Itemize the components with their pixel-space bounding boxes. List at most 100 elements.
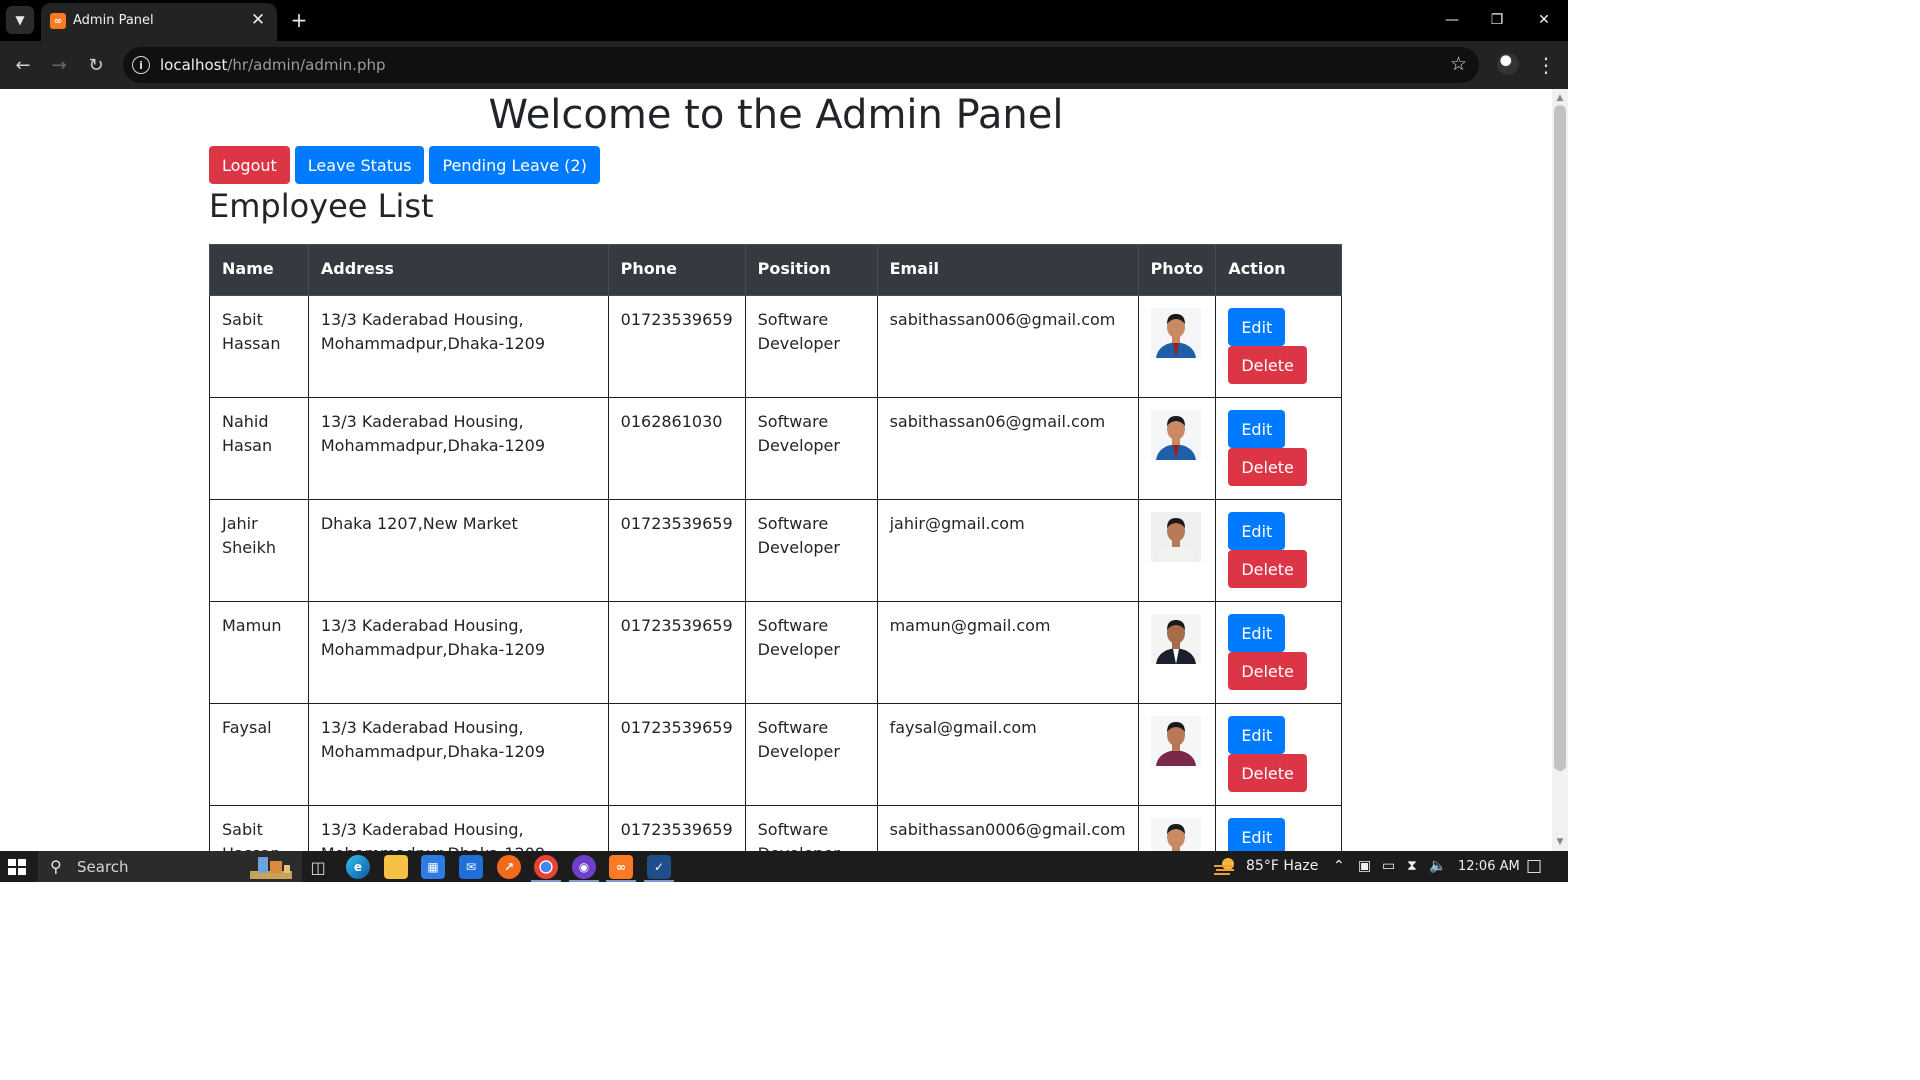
cell-address: 13/3 Kaderabad Housing, Mohammadpur,Dhak… bbox=[307, 703, 609, 806]
battery-icon[interactable]: ▭ bbox=[1382, 858, 1395, 874]
site-info-icon[interactable]: i bbox=[132, 56, 150, 74]
cell-action: EditDelete bbox=[1215, 295, 1342, 398]
cell-name: Sabit Hassan bbox=[209, 805, 309, 851]
taskbar-clock[interactable]: 12:06 AM bbox=[1458, 859, 1520, 874]
employee-photo bbox=[1150, 512, 1201, 562]
cell-position: Software Developer bbox=[744, 295, 878, 398]
notifications-icon[interactable]: □ bbox=[1526, 856, 1542, 876]
table-row: Sabit Hassan13/3 Kaderabad Housing, Moha… bbox=[209, 805, 1342, 851]
delete-button[interactable]: Delete bbox=[1228, 346, 1307, 384]
page-viewport: Welcome to the Admin Panel Logout Leave … bbox=[0, 89, 1552, 851]
cell-phone: 01723539659 bbox=[607, 295, 746, 398]
cell-name: Faysal bbox=[209, 703, 309, 806]
cell-email: sabithassan006@gmail.com bbox=[876, 295, 1139, 398]
cell-name: Nahid Hasan bbox=[209, 397, 309, 500]
cell-phone: 01723539659 bbox=[607, 805, 746, 851]
table-row: Mamun 13/3 Kaderabad Housing, Mohammadpur… bbox=[209, 601, 1342, 704]
page-scrollbar[interactable]: ▲ ▼ bbox=[1552, 89, 1568, 851]
employee-photo bbox=[1150, 410, 1201, 460]
edit-button[interactable]: Edit bbox=[1228, 308, 1286, 346]
employee-table: Name Address Phone Position Email Photo … bbox=[209, 244, 1342, 851]
tab-search-chevron-icon[interactable]: ▼ bbox=[6, 6, 34, 34]
address-url[interactable]: localhost/hr/admin/admin.php bbox=[160, 56, 386, 74]
cell-name: Mamun bbox=[209, 601, 309, 704]
chrome-browser-icon[interactable] bbox=[534, 855, 558, 879]
cell-address: 13/3 Kaderabad Housing, Mohammadpur,Dhak… bbox=[307, 805, 609, 851]
wifi-icon[interactable]: ⧗ bbox=[1407, 858, 1417, 874]
close-window-icon[interactable]: ✕ bbox=[1521, 0, 1567, 40]
edge-browser-icon[interactable]: e bbox=[346, 855, 370, 879]
delete-button[interactable]: Delete bbox=[1228, 550, 1307, 588]
microsoft-store-icon[interactable]: ▦ bbox=[421, 855, 445, 879]
github-desktop-icon[interactable]: ◉ bbox=[572, 855, 596, 879]
cell-email: mamun@gmail.com bbox=[876, 601, 1139, 704]
tab-close-icon[interactable]: ✕ bbox=[247, 9, 269, 31]
vscode-icon[interactable]: ✓ bbox=[647, 855, 671, 879]
cell-phone: 01723539659 bbox=[607, 601, 746, 704]
back-arrow-icon[interactable]: ← bbox=[9, 51, 37, 79]
edit-button[interactable]: Edit bbox=[1228, 818, 1286, 851]
postman-icon[interactable]: ↗ bbox=[497, 855, 521, 879]
file-explorer-icon[interactable] bbox=[384, 855, 408, 879]
pending-leave-button[interactable]: Pending Leave (2) bbox=[429, 146, 600, 184]
edit-button[interactable]: Edit bbox=[1228, 614, 1286, 652]
cell-action: EditDelete bbox=[1215, 703, 1342, 806]
forward-arrow-icon[interactable]: → bbox=[45, 51, 73, 79]
show-hidden-icons-chevron-icon[interactable]: ⌃ bbox=[1333, 858, 1345, 874]
delete-button[interactable]: Delete bbox=[1228, 652, 1307, 690]
cell-photo bbox=[1137, 499, 1217, 602]
search-highlight-illustration-icon bbox=[250, 857, 292, 879]
new-tab-plus-icon[interactable]: + bbox=[287, 8, 311, 32]
chrome-active-indicator bbox=[531, 880, 561, 882]
delete-button[interactable]: Delete bbox=[1228, 754, 1307, 792]
scroll-down-arrow-icon[interactable]: ▼ bbox=[1552, 835, 1568, 849]
cell-phone: 01723539659 bbox=[607, 703, 746, 806]
vscode-active-indicator bbox=[644, 880, 674, 882]
profile-avatar-icon[interactable] bbox=[1497, 53, 1519, 75]
cell-photo bbox=[1137, 295, 1217, 398]
mail-icon[interactable]: ✉ bbox=[459, 855, 483, 879]
scroll-up-arrow-icon[interactable]: ▲ bbox=[1552, 91, 1568, 105]
employee-photo bbox=[1150, 716, 1201, 766]
browser-tab-active[interactable]: ∞ Admin Panel ✕ bbox=[41, 3, 277, 41]
restore-window-icon[interactable]: ❐ bbox=[1474, 0, 1520, 40]
github-active-indicator bbox=[569, 880, 599, 882]
reload-icon[interactable]: ↻ bbox=[82, 51, 110, 79]
taskbar-search-placeholder: Search bbox=[77, 858, 129, 876]
edit-button[interactable]: Edit bbox=[1228, 716, 1286, 754]
column-header-email: Email bbox=[876, 244, 1139, 296]
xampp-icon[interactable]: ∞ bbox=[609, 855, 633, 879]
cell-action: EditDelete bbox=[1215, 499, 1342, 602]
cell-action: EditDelete bbox=[1215, 397, 1342, 500]
task-view-icon[interactable]: ◫ bbox=[306, 855, 330, 879]
browser-menu-icon[interactable]: ⋮ bbox=[1536, 53, 1556, 77]
bookmark-star-icon[interactable]: ☆ bbox=[1450, 53, 1467, 75]
weather-text[interactable]: 85°F Haze bbox=[1246, 858, 1318, 874]
volume-icon[interactable]: 🔈 bbox=[1429, 858, 1446, 874]
cell-email: sabithassan06@gmail.com bbox=[876, 397, 1139, 500]
cell-address: 13/3 Kaderabad Housing, Mohammadpur,Dhak… bbox=[307, 601, 609, 704]
windows-start-icon[interactable] bbox=[8, 859, 26, 875]
admin-action-buttons: Logout Leave Status Pending Leave (2) bbox=[209, 146, 600, 184]
cell-position: Software Developer bbox=[744, 499, 878, 602]
leave-status-button[interactable]: Leave Status bbox=[294, 146, 425, 184]
scrollbar-thumb[interactable] bbox=[1554, 105, 1566, 771]
edit-button[interactable]: Edit bbox=[1228, 410, 1286, 448]
windows-taskbar: ⚲ Search ◫ e ▦ ✉ ↗ ◉ ∞ ✓ 85°F Haze ⌃ ▣ ▭… bbox=[0, 851, 1568, 882]
meet-now-camera-icon[interactable]: ▣ bbox=[1358, 858, 1371, 874]
cell-name: Jahir Sheikh bbox=[209, 499, 309, 602]
delete-button[interactable]: Delete bbox=[1228, 448, 1307, 486]
table-row: Jahir Sheikh Dhaka 1207,New Market 0172353… bbox=[209, 499, 1342, 602]
xampp-active-indicator bbox=[606, 880, 636, 882]
cell-position: Software Developer bbox=[744, 805, 878, 851]
haze-weather-icon bbox=[1214, 858, 1234, 875]
minimize-window-icon[interactable]: — bbox=[1429, 0, 1475, 40]
employee-table-body: Sabit Hassan 13/3 Kaderabad Housing, Moha… bbox=[209, 295, 1342, 851]
tab-title: Admin Panel bbox=[73, 13, 154, 28]
address-bar[interactable]: i localhost/hr/admin/admin.php ☆ bbox=[123, 47, 1479, 83]
table-row: Faysal 13/3 Kaderabad Housing, Mohammadpu… bbox=[209, 703, 1342, 806]
edit-button[interactable]: Edit bbox=[1228, 512, 1286, 550]
employee-photo bbox=[1150, 308, 1201, 358]
table-row: Sabit Hassan13/3 Kaderabad Housing, Moha… bbox=[209, 295, 1342, 398]
logout-button[interactable]: Logout bbox=[209, 146, 290, 184]
